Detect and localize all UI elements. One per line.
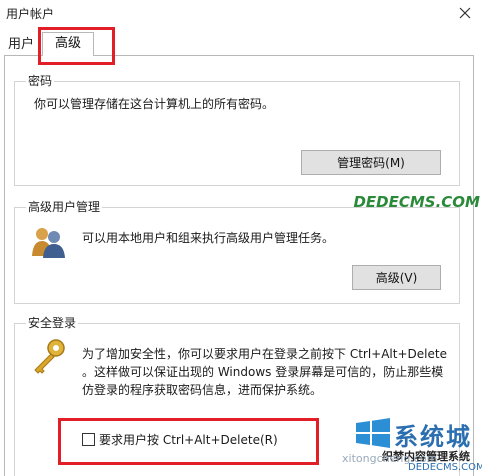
manage-passwords-button[interactable]: 管理密码(M)	[301, 150, 441, 175]
tab-users[interactable]: 用户	[4, 36, 38, 56]
secure-logon-description-line3: 仿登录的程序获取密码信息，进而保护系统。	[82, 383, 323, 397]
secure-logon-description-line1: 为了增加安全性，你可以要求用户在登录之前按下 Ctrl+Alt+Delete	[82, 347, 447, 361]
passwords-heading: 密码	[26, 72, 55, 89]
users-group-icon	[30, 224, 66, 260]
key-icon	[30, 337, 68, 375]
passwords-description: 你可以管理存储在这台计算机上的所有密码。	[34, 97, 275, 111]
advanced-button[interactable]: 高级(V)	[352, 265, 441, 290]
watermark-site: xitongcheng.com	[342, 452, 438, 465]
dedecms-watermark: DEDECMS.COM	[353, 193, 480, 211]
require-ctrl-alt-del-label[interactable]: 要求用户按 Ctrl+Alt+Delete(R)	[99, 431, 278, 448]
tab-advanced[interactable]: 高级	[42, 32, 94, 56]
title-bar: 用户帐户	[0, 0, 482, 26]
advanced-user-mgmt-description: 可以用本地用户和组来执行高级用户管理任务。	[82, 231, 335, 245]
close-icon	[459, 7, 471, 19]
windows-logo-icon	[356, 418, 390, 448]
watermark-logo: 系统城 织梦内容管理系统 DEDECMS.COM	[352, 415, 482, 475]
require-ctrl-alt-del-checkbox[interactable]	[82, 433, 95, 446]
window-title: 用户帐户	[6, 7, 55, 21]
secure-logon-description-line2: 。这样做可以保证出现的 Windows 登录屏幕是可信的，防止那些模	[82, 365, 444, 379]
tab-strip: 用户 高级	[0, 26, 482, 56]
watermark-brand: 系统城	[394, 423, 472, 451]
secure-logon-heading: 安全登录	[26, 314, 79, 331]
close-button[interactable]	[450, 0, 480, 26]
advanced-user-mgmt-heading: 高级用户管理	[26, 198, 103, 215]
